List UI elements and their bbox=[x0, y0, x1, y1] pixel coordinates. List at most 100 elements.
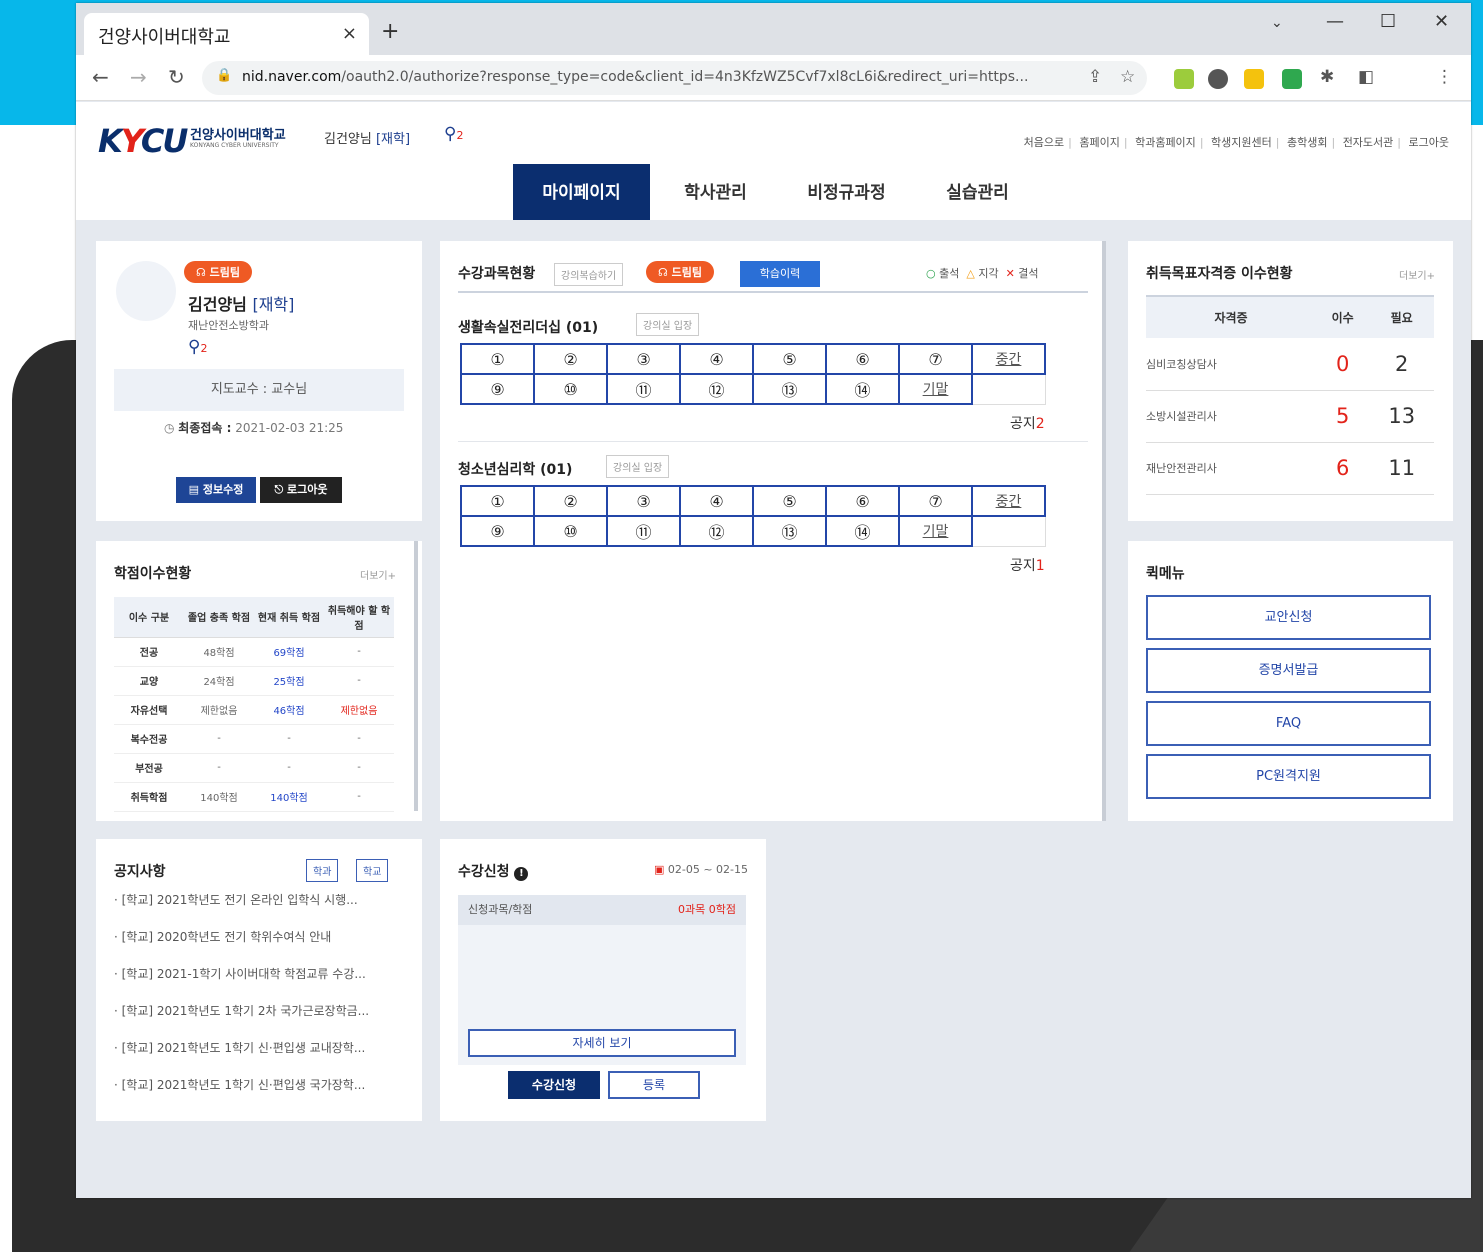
menu-dots-icon[interactable]: ⋮ bbox=[1436, 67, 1453, 87]
quick-menu-item[interactable]: 교안신청 bbox=[1146, 595, 1431, 640]
nav-practicum[interactable]: 실습관리 bbox=[912, 164, 1043, 220]
url-bar[interactable]: 🔒 nid.naver.com/oauth2.0/authorize?respo… bbox=[202, 61, 1147, 95]
week-cell[interactable]: ⑩ bbox=[533, 515, 608, 547]
dreamteam-badge[interactable]: ☊ 드림팀 bbox=[646, 261, 714, 283]
week-cell[interactable]: ⑨ bbox=[460, 515, 535, 547]
top-link[interactable]: 처음으로 bbox=[1024, 136, 1064, 149]
week-cell[interactable]: ⑩ bbox=[533, 373, 608, 405]
share-icon[interactable]: ⇪ bbox=[1088, 67, 1102, 87]
enter-classroom-button[interactable]: 강의실 입장 bbox=[606, 455, 670, 478]
week-cell[interactable]: ⑦ bbox=[898, 485, 973, 517]
info-icon[interactable]: ! bbox=[514, 867, 529, 881]
site-logo[interactable]: KYCU bbox=[98, 122, 188, 160]
extension-icon[interactable] bbox=[1208, 69, 1228, 89]
nav-nondegree[interactable]: 비정규과정 bbox=[781, 164, 912, 220]
header-pin-icon[interactable]: ⚲2 bbox=[444, 124, 463, 144]
week-cell[interactable]: ④ bbox=[679, 485, 754, 517]
week-cell[interactable]: ⑦ bbox=[898, 343, 973, 375]
list-item[interactable]: · [학교] 2021학년도 1학기 2차 국가근로장학금... bbox=[114, 1002, 369, 1039]
detail-button[interactable]: 자세히 보기 bbox=[468, 1029, 736, 1057]
top-link[interactable]: 전자도서관 bbox=[1343, 136, 1394, 149]
list-item[interactable]: · [학교] 2021학년도 1학기 신·편입생 국가장학... bbox=[114, 1076, 369, 1113]
week-cell[interactable]: ⑥ bbox=[825, 343, 900, 375]
maximize-icon[interactable]: ☐ bbox=[1380, 11, 1396, 32]
week-cell[interactable]: ⑫ bbox=[679, 373, 754, 405]
list-item[interactable]: · [학교] 2021학년도 1학기 신·편입생 교내장학... bbox=[114, 1039, 369, 1076]
course-notice-count[interactable]: 공지2 bbox=[1010, 413, 1045, 433]
final-cell[interactable]: 기말 bbox=[898, 515, 973, 547]
week-cell[interactable]: ① bbox=[460, 343, 535, 375]
close-window-icon[interactable]: ✕ bbox=[1434, 11, 1449, 32]
credits-more-link[interactable]: 더보기+ bbox=[360, 567, 396, 582]
week-cell[interactable]: ⑬ bbox=[752, 373, 827, 405]
quick-menu-item[interactable]: 증명서발급 bbox=[1146, 648, 1431, 693]
midterm-cell[interactable]: 중간 bbox=[971, 343, 1046, 375]
final-cell[interactable]: 기말 bbox=[898, 373, 973, 405]
extension-icon[interactable] bbox=[1174, 69, 1194, 89]
table-cell: - bbox=[184, 753, 254, 783]
list-item[interactable]: · [학교] 2020학년도 전기 학위수여식 안내 bbox=[114, 928, 369, 965]
scrollbar[interactable] bbox=[1102, 241, 1106, 821]
forward-icon[interactable]: → bbox=[130, 65, 147, 89]
top-link-logout[interactable]: 로그아웃 bbox=[1409, 136, 1449, 149]
week-cell[interactable]: ⑨ bbox=[460, 373, 535, 405]
week-cell[interactable]: ⑭ bbox=[825, 373, 900, 405]
new-tab-icon[interactable]: + bbox=[381, 19, 399, 44]
extension-icon[interactable] bbox=[1282, 69, 1302, 89]
enter-classroom-button[interactable]: 강의실 입장 bbox=[636, 313, 700, 336]
midterm-cell[interactable]: 중간 bbox=[971, 485, 1046, 517]
list-item[interactable]: · [학교] 2021-1학기 사이버대학 학점교류 수강... bbox=[114, 965, 369, 1002]
week-cell[interactable]: ⑫ bbox=[679, 515, 754, 547]
week-cell[interactable]: ⑭ bbox=[825, 515, 900, 547]
history-button[interactable]: 학습이력 bbox=[740, 261, 820, 287]
week-cell[interactable]: ⑤ bbox=[752, 343, 827, 375]
week-cell[interactable]: ① bbox=[460, 485, 535, 517]
bookmark-star-icon[interactable]: ☆ bbox=[1120, 67, 1135, 87]
tab-close-icon[interactable]: × bbox=[342, 23, 357, 44]
profile-pin-icon[interactable]: ⚲2 bbox=[188, 337, 207, 357]
week-cell[interactable]: ⑪ bbox=[606, 373, 681, 405]
logout-button[interactable]: ⎋ 로그아웃 bbox=[260, 477, 342, 503]
site-header: KYCU 건양사이버대학교 KONYANG CYBER UNIVERSITY 김… bbox=[76, 102, 1471, 220]
registration-card: 수강신청 ! ▣ 02-05 ~ 02-15 신청과목/학점 0과목 0학점 자… bbox=[440, 839, 766, 1121]
week-cell[interactable]: ② bbox=[533, 343, 608, 375]
quick-menu-item[interactable]: PC원격지원 bbox=[1146, 754, 1431, 799]
week-cell[interactable]: ④ bbox=[679, 343, 754, 375]
week-cell[interactable]: ② bbox=[533, 485, 608, 517]
week-cell[interactable]: ⑥ bbox=[825, 485, 900, 517]
registration-period: ▣ 02-05 ~ 02-15 bbox=[653, 863, 748, 876]
week-cell[interactable]: ③ bbox=[606, 343, 681, 375]
scrollbar[interactable] bbox=[414, 541, 418, 811]
week-cell[interactable]: ③ bbox=[606, 485, 681, 517]
list-item[interactable]: · [학교] 2021학년도 전기 온라인 입학식 시행... bbox=[114, 891, 369, 928]
puzzle-icon[interactable]: ✱ bbox=[1320, 67, 1334, 87]
top-link[interactable]: 총학생회 bbox=[1287, 136, 1327, 149]
reload-icon[interactable]: ↻ bbox=[168, 65, 185, 89]
week-cell[interactable]: ⑤ bbox=[752, 485, 827, 517]
top-link[interactable]: 학과홈페이지 bbox=[1135, 136, 1196, 149]
dreamteam-badge[interactable]: ☊ 드림팀 bbox=[184, 261, 252, 283]
edit-info-button[interactable]: ▤ 정보수정 bbox=[176, 477, 256, 503]
top-link[interactable]: 학생지원센터 bbox=[1211, 136, 1272, 149]
apply-button[interactable]: 수강신청 bbox=[508, 1071, 600, 1099]
tab-dept[interactable]: 학과 bbox=[306, 859, 339, 882]
tab-school[interactable]: 학교 bbox=[356, 859, 389, 882]
review-button[interactable]: 강의복습하기 bbox=[554, 263, 624, 286]
tab-search-icon[interactable]: ⌄ bbox=[1271, 15, 1283, 31]
register-button[interactable]: 등록 bbox=[608, 1071, 700, 1099]
sidebar-icon[interactable]: ◧ bbox=[1358, 67, 1374, 87]
qualification-more-link[interactable]: 더보기+ bbox=[1399, 267, 1435, 282]
credits-card: 학점이수현황 더보기+ 이수 구분 졸업 충족 학점 현재 취득 학점 취득해야… bbox=[96, 541, 422, 821]
week-cell[interactable]: ⑬ bbox=[752, 515, 827, 547]
nav-academic[interactable]: 학사관리 bbox=[650, 164, 781, 220]
week-cell[interactable]: ⑪ bbox=[606, 515, 681, 547]
minimize-icon[interactable]: — bbox=[1326, 11, 1344, 32]
nav-mypage[interactable]: 마이페이지 bbox=[513, 164, 650, 220]
quick-menu-item[interactable]: FAQ bbox=[1146, 701, 1431, 746]
course-notice-count[interactable]: 공지1 bbox=[1010, 555, 1045, 575]
back-icon[interactable]: ← bbox=[92, 65, 109, 89]
top-link[interactable]: 홈페이지 bbox=[1079, 136, 1119, 149]
main-nav: 마이페이지 학사관리 비정규과정 실습관리 bbox=[513, 164, 1043, 220]
browser-tab[interactable]: 건양사이버대학교 × bbox=[84, 13, 369, 55]
extension-icon[interactable] bbox=[1244, 69, 1264, 89]
